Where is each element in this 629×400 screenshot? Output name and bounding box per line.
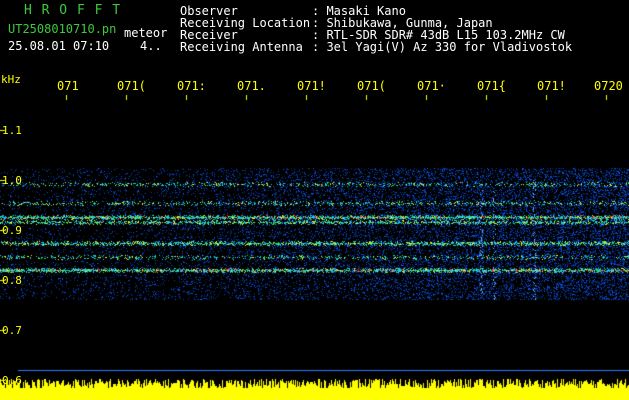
freq-tick-label: 0.9	[2, 224, 22, 237]
freq-tick-label: 0.8	[2, 274, 22, 287]
time-tick-label: 0720	[594, 79, 623, 93]
freq-tick-label: 1.1	[2, 124, 22, 137]
freq-tick-label: 0.6	[2, 374, 22, 387]
time-tick-label: 071	[57, 79, 79, 93]
time-tick-label: 071(	[357, 79, 386, 93]
axis-unit-label: kHz	[1, 73, 21, 86]
timestamp: 25.08.01 07:10	[8, 39, 110, 53]
time-tick-label: 071·	[417, 79, 446, 93]
time-tick-label: 071!	[297, 79, 326, 93]
spectrogram-canvas	[0, 0, 629, 400]
time-tick-label: 071!	[537, 79, 566, 93]
time-tick-label: 071(	[117, 79, 146, 93]
freq-tick-label: 0.7	[2, 324, 22, 337]
info-value-antenna: : 3el Yagi(V) Az 330 for Vladivostok	[312, 40, 573, 54]
brand-title: H R O F F T	[24, 3, 122, 18]
meteor-label: meteor	[124, 26, 168, 40]
freq-tick-label: 1.0	[2, 174, 22, 187]
info-label-antenna: Receiving Antenna	[180, 40, 303, 54]
time-tick-label: 071{	[477, 79, 506, 93]
meteor-count: 4..	[140, 39, 162, 53]
time-tick-label: 071.	[237, 79, 266, 93]
file-name: UT2508010710.pn	[8, 22, 117, 36]
time-tick-label: 071:	[177, 79, 206, 93]
